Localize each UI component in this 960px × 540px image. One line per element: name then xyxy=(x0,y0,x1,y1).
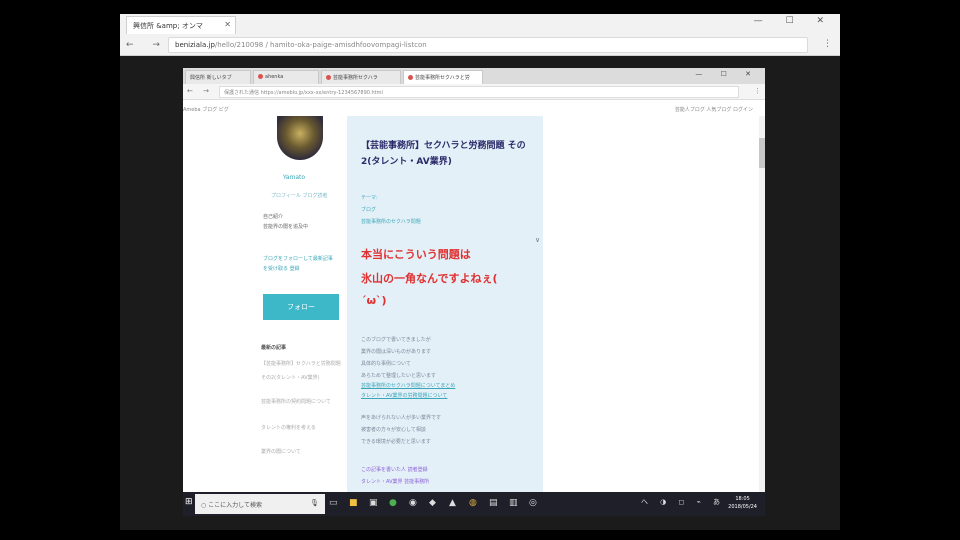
recent-posts-title: 最新の記事 xyxy=(261,345,287,351)
app-icon[interactable]: ◉ xyxy=(409,498,417,508)
recent-post-item[interactable]: 【芸能事務所】セクハラと労務問題 xyxy=(261,360,341,368)
chevron-down-icon[interactable]: ∨ xyxy=(535,236,540,244)
blog-top-bar: Ameba ブログ ピグ 芸能人ブログ 人気ブログ ログイン xyxy=(183,104,765,116)
recent-post-item[interactable]: その2(タレント・AV業界) xyxy=(261,374,341,382)
taskbar-search[interactable]: ○ ここに入力して検索 🎙 xyxy=(195,494,325,514)
article-tag-link[interactable]: タレント・AV業界 芸能事務所 xyxy=(361,478,429,485)
remote-tab-3[interactable]: 芸能事務所セクハラ xyxy=(321,70,401,84)
store-icon[interactable]: ▣ xyxy=(369,498,378,508)
menu-icon[interactable]: ⋮ xyxy=(823,39,832,49)
outer-address-bar[interactable]: beniziala.jp/hello/210098 / hamito-oka-p… xyxy=(168,37,808,53)
remote-tab-1[interactable]: 興信所 新しいタブ xyxy=(185,70,251,84)
remote-tab-4[interactable]: 芸能事務所セクハラと労 xyxy=(403,70,483,84)
profile-name[interactable]: Yamato xyxy=(283,174,305,181)
profile-links[interactable]: プロフィール ブログ読者 xyxy=(271,192,328,199)
remote-tab-strip: 興信所 新しいタブ ahenka 芸能事務所セクハラ 芸能事務所セクハラと労 —… xyxy=(183,68,765,84)
app-icon[interactable]: ▲ xyxy=(449,498,456,508)
app-icon[interactable]: ◎ xyxy=(529,498,537,508)
app-icon[interactable]: ● xyxy=(389,498,397,508)
taskbar-clock[interactable]: 18:05 2018/05/24 xyxy=(728,495,757,511)
article-headline-line: 本当にこういう問題は xyxy=(361,248,471,261)
task-view-icon[interactable]: ▭ xyxy=(329,498,338,508)
article-body-line: 具体的な事例について xyxy=(361,361,411,367)
article-theme-link[interactable]: ブログ xyxy=(361,206,376,213)
profile-bio: 自己紹介 芸能界の闇を追及中 xyxy=(263,214,309,230)
outer-tab-title: 興信所 &amp; オンマ xyxy=(133,22,203,30)
app-icon[interactable]: ▤ xyxy=(489,498,498,508)
scrollbar-track[interactable] xyxy=(759,116,765,492)
article-headline-line: 氷山の一角なんですよねぇ( xyxy=(361,272,498,285)
article-link[interactable]: タレント・AV業界の労務問題について xyxy=(361,392,447,399)
favicon-icon xyxy=(326,75,331,80)
outer-browser-chrome: 興信所 &amp; オンマ ✕ — ☐ ✕ ← → C beniziala.jp… xyxy=(120,14,840,56)
remote-menu-icon[interactable]: ⋮ xyxy=(754,87,761,95)
article-title[interactable]: 【芸能事務所】セクハラと労務問題 その2(タレント・AV業界) xyxy=(361,138,537,170)
url-host: beniziala.jp xyxy=(175,41,215,49)
follow-info[interactable]: ブログをフォローして最新記事 を受け取る 登録 xyxy=(263,254,333,274)
microphone-icon[interactable]: 🎙 xyxy=(310,499,319,507)
recent-post-item[interactable]: 芸能事務所の契約問題について xyxy=(261,398,341,406)
follow-button[interactable]: フォロー xyxy=(263,294,339,320)
remote-window-controls[interactable]: — ☐ ✕ xyxy=(695,70,759,78)
file-explorer-icon[interactable]: ■ xyxy=(349,498,358,508)
article-tag-link[interactable]: この記事を書いた人 読者登録 xyxy=(361,466,428,473)
url-path: /hello/210098 / hamito-oka-paige-amisdhf… xyxy=(214,41,427,49)
favicon-icon xyxy=(258,74,263,79)
remote-screen: 興信所 新しいタブ ahenka 芸能事務所セクハラ 芸能事務所セクハラと労 —… xyxy=(183,68,765,516)
article-panel xyxy=(347,116,543,516)
system-tray[interactable]: へ ◑ ◻ ⌁ あ xyxy=(641,497,725,507)
scrollbar-thumb[interactable] xyxy=(759,138,765,168)
recent-post-item[interactable]: 業界の闇について xyxy=(261,448,341,456)
recent-post-item[interactable]: タレントの権利を考える xyxy=(261,424,341,432)
remote-address-bar[interactable]: 保護された通信 https://ameblo.jp/xxx-xx/entry-1… xyxy=(219,86,739,98)
article-body-line: できる環境が必要だと思います xyxy=(361,439,431,445)
article-body-line: 声をあげられない人が多い業界です xyxy=(361,415,442,421)
chrome-icon[interactable]: ◍ xyxy=(469,498,477,508)
article-body-line: 業界の闇は深いものがあります xyxy=(361,349,432,355)
app-icon[interactable]: ◆ xyxy=(429,498,436,508)
blog-top-right-links[interactable]: 芸能人ブログ 人気ブログ ログイン xyxy=(675,106,753,113)
app-icon[interactable]: ▥ xyxy=(509,498,518,508)
search-placeholder: ここに入力して検索 xyxy=(208,502,262,509)
article-headline-line: ´ω`) xyxy=(361,294,387,307)
article-body-line: このブログで書いてきましたが xyxy=(361,337,431,343)
avatar[interactable] xyxy=(277,116,323,160)
article-body-line: あらためて整理したいと思います xyxy=(361,373,437,379)
article-meta-label: テーマ: xyxy=(361,195,378,201)
close-icon[interactable]: ✕ xyxy=(224,20,231,29)
remote-address-row: ← → C 保護された通信 https://ameblo.jp/xxx-xx/e… xyxy=(183,84,765,100)
windows-taskbar: ⊞ ○ ここに入力して検索 🎙 ▭ ■ ▣ ● ◉ ◆ ▲ ◍ ▤ ▥ ◎ へ … xyxy=(183,492,765,516)
favicon-icon xyxy=(408,75,413,80)
blog-top-links[interactable]: Ameba ブログ ピグ xyxy=(183,106,229,113)
article-theme-link[interactable]: 芸能事務所のセクハラ問題 xyxy=(361,218,421,225)
article-body-line: 被害者の方々が安心して相談 xyxy=(361,427,426,433)
article-link[interactable]: 芸能事務所のセクハラ問題についてまとめ xyxy=(361,382,455,389)
remote-tab-2[interactable]: ahenka xyxy=(253,70,319,84)
start-icon[interactable]: ⊞ xyxy=(185,497,193,507)
window-controls[interactable]: — ☐ ✕ xyxy=(754,16,834,26)
outer-browser-tab[interactable]: 興信所 &amp; オンマ ✕ xyxy=(126,16,236,34)
